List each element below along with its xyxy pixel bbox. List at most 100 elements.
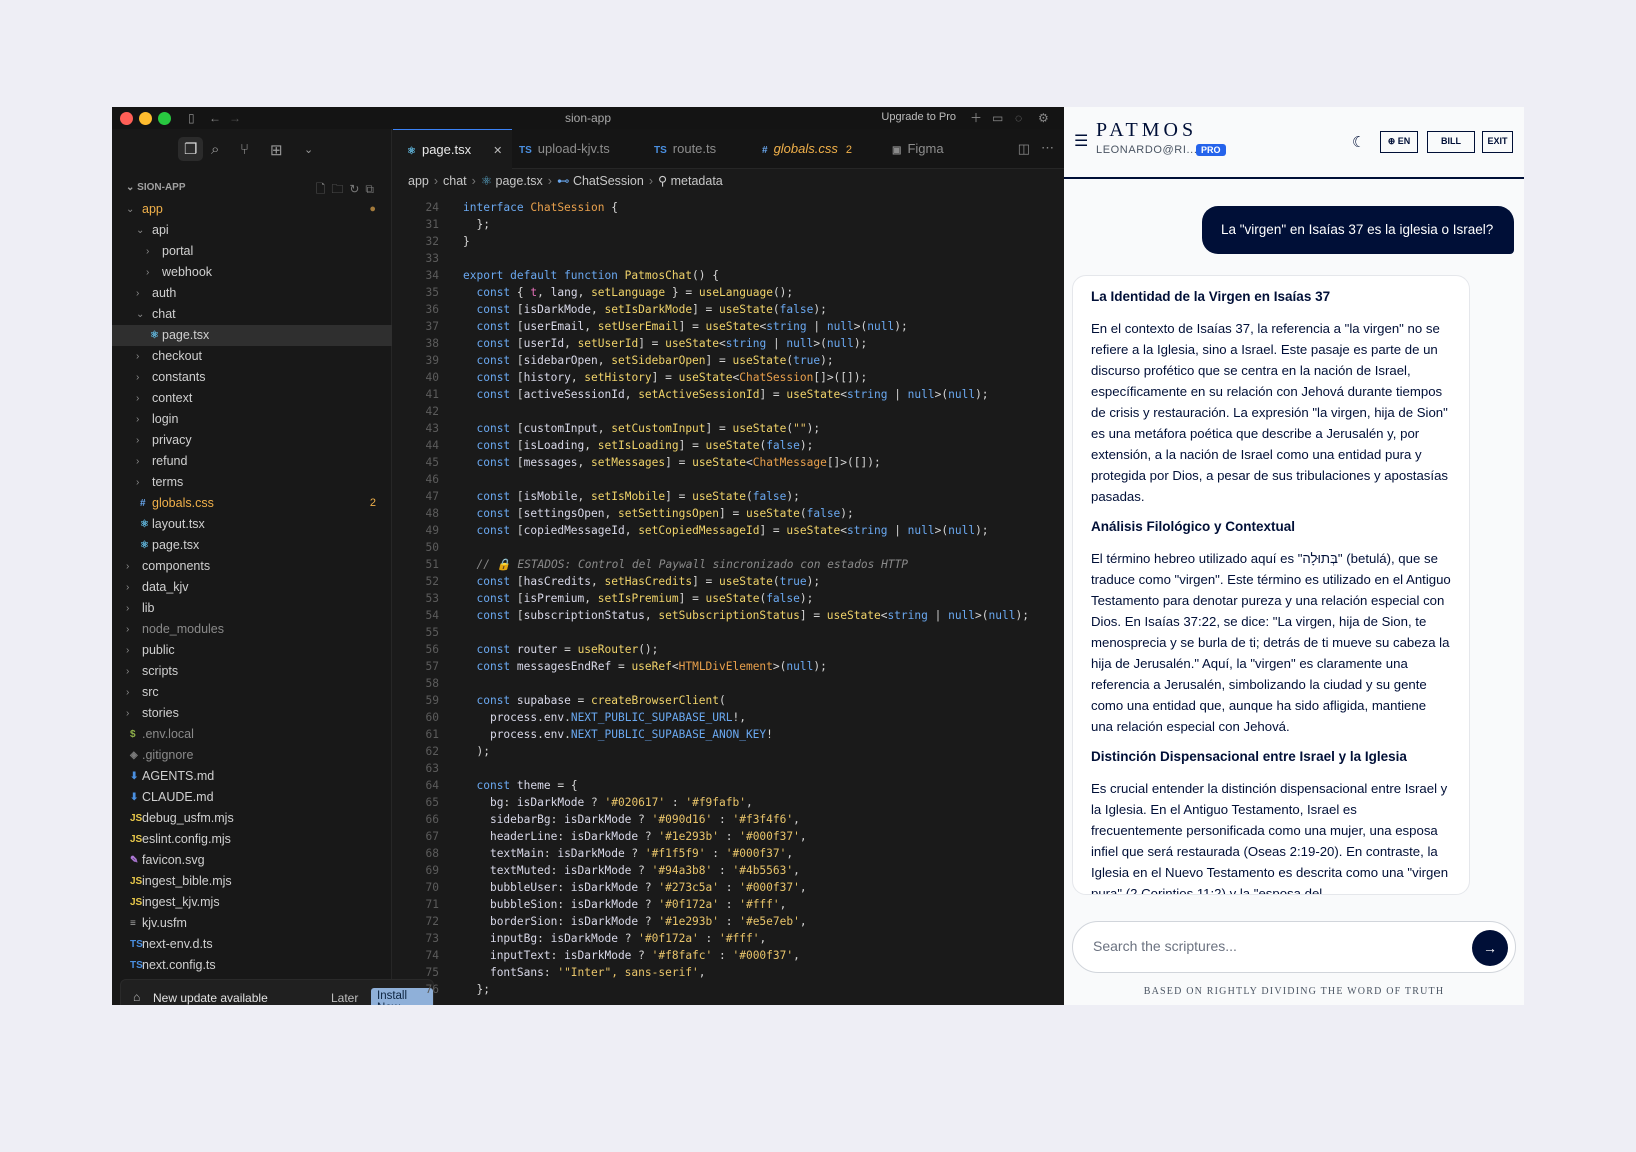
- tree-folder[interactable]: › portal: [112, 241, 392, 262]
- source-control-icon[interactable]: ⑂: [240, 141, 249, 158]
- chevron-down-icon[interactable]: ⌄: [304, 143, 313, 156]
- send-arrow-icon[interactable]: →: [1472, 930, 1508, 966]
- add-icon[interactable]: ＋: [970, 111, 982, 125]
- bill-button[interactable]: BILL: [1427, 131, 1475, 153]
- code-editor-window: ▯ ← → sion-app Upgrade to Pro ＋ ▭ ◌ ⚙ ❐ …: [112, 107, 1064, 1005]
- gift-icon: ⌂: [133, 990, 141, 1004]
- breadcrumb-item[interactable]: app: [408, 174, 429, 188]
- code-text: const supabase = createBrowserClient(: [476, 694, 726, 707]
- panel-icon[interactable]: ▭: [992, 111, 1003, 125]
- tree-folder[interactable]: › node_modules: [112, 619, 392, 640]
- breadcrumb-item[interactable]: metadata: [671, 174, 723, 188]
- tree-folder[interactable]: ⌄ app ●: [112, 199, 392, 220]
- breadcrumb: app › chat › ⚛ page.tsx › ⊷ ChatSession › ⚲ meta…: [393, 170, 1064, 192]
- tree-folder[interactable]: › public: [112, 640, 392, 661]
- tree-folder[interactable]: › login: [112, 409, 392, 430]
- tree-item-label: .gitignore: [142, 748, 194, 762]
- tree-folder[interactable]: › stories: [112, 703, 392, 724]
- tree-file[interactable]: JS ingest_kjv.mjs: [112, 892, 392, 913]
- tab-figma[interactable]: ▣ Figma: [878, 129, 954, 169]
- tree-folder[interactable]: › auth: [112, 283, 392, 304]
- tree-folder[interactable]: › data_kjv: [112, 577, 392, 598]
- files-icon[interactable]: ❐: [178, 137, 204, 161]
- breadcrumb-item[interactable]: page.tsx: [496, 174, 543, 188]
- tree-folder[interactable]: › constants: [112, 367, 392, 388]
- tree-file[interactable]: TS next-env.d.ts: [112, 934, 392, 955]
- tree-file[interactable]: ⬇ CLAUDE.md: [112, 787, 392, 808]
- close-tab-icon[interactable]: ✕: [493, 145, 502, 157]
- tree-folder[interactable]: › terms: [112, 472, 392, 493]
- explorer-actions[interactable]: 🗋🗀↻⧉: [316, 180, 380, 201]
- update-later-button[interactable]: Later: [331, 991, 358, 1005]
- code-line: 57 const messagesEndRef = useRef<HTMLDiv…: [393, 658, 1064, 675]
- extensions-icon[interactable]: ⊞: [270, 141, 283, 159]
- line-number: 72: [425, 915, 439, 928]
- tree-file[interactable]: JS ingest_bible.mjs: [112, 871, 392, 892]
- code-area[interactable]: 24 interface ChatSession {31 }; 32} 33 34 exp…: [393, 199, 1064, 1005]
- hash-icon: #: [140, 498, 146, 509]
- tree-item-label: privacy: [152, 433, 192, 447]
- breadcrumb-item[interactable]: chat: [443, 174, 467, 188]
- dark-mode-moon-icon[interactable]: ☾: [1352, 133, 1365, 151]
- tree-file[interactable]: ≡ kjv.usfm: [112, 913, 392, 934]
- chevron-right-icon: ›: [136, 372, 140, 383]
- tree-folder[interactable]: › components: [112, 556, 392, 577]
- exit-button[interactable]: EXIT: [1482, 131, 1513, 153]
- tree-item-label: checkout: [152, 349, 203, 363]
- breadcrumb-symbol-icon: ⚲: [658, 174, 671, 188]
- react-icon: ⚛: [407, 146, 416, 157]
- search-icon[interactable]: ⌕: [211, 141, 219, 158]
- tree-item-label: eslint.config.mjs: [142, 832, 231, 846]
- update-message: New update available: [153, 991, 268, 1005]
- title-bar: ▯ ← → sion-app Upgrade to Pro ＋ ▭ ◌ ⚙: [112, 107, 1064, 129]
- line-number: 66: [425, 813, 439, 826]
- tree-folder[interactable]: ⌄ chat: [112, 304, 392, 325]
- tab-upload-kjv-ts[interactable]: TS upload-kjv.ts: [505, 129, 620, 169]
- line-number: 57: [425, 660, 439, 673]
- tree-item-label: .env.local: [142, 727, 194, 741]
- tree-folder[interactable]: › checkout: [112, 346, 392, 367]
- tree-file[interactable]: JS eslint.config.mjs: [112, 829, 392, 850]
- tree-file[interactable]: ⬇ AGENTS.md: [112, 766, 392, 787]
- tree-file[interactable]: ⚛ page.tsx: [112, 535, 392, 556]
- explorer-header-label: ⌄ SION-APP: [126, 182, 186, 193]
- tree-folder[interactable]: › lib: [112, 598, 392, 619]
- line-number: 49: [425, 524, 439, 537]
- tab-route-ts[interactable]: TS route.ts: [640, 129, 726, 169]
- tab-page-tsx[interactable]: ⚛ page.tsx ✕: [393, 129, 513, 169]
- settings-gear-icon[interactable]: ⚙: [1038, 111, 1049, 125]
- tree-file[interactable]: ⚛ page.tsx: [112, 325, 392, 346]
- split-editor-icon[interactable]: ◫: [1018, 141, 1030, 157]
- code-line: 31 };: [393, 216, 1064, 233]
- tree-file[interactable]: ◈ .gitignore: [112, 745, 392, 766]
- tree-file[interactable]: # globals.css 2: [112, 493, 392, 514]
- tree-file[interactable]: ⚛ layout.tsx: [112, 514, 392, 535]
- tree-folder[interactable]: › context: [112, 388, 392, 409]
- line-number: 42: [425, 405, 439, 418]
- upgrade-to-pro-link[interactable]: Upgrade to Pro: [881, 111, 956, 123]
- tab-globals-css[interactable]: # globals.css 2: [748, 129, 862, 169]
- search-input[interactable]: [1093, 938, 1433, 954]
- react-icon: ⚛: [140, 519, 149, 530]
- code-line: 50: [393, 539, 1064, 556]
- chevron-right-icon: ›: [146, 267, 150, 278]
- menu-icon[interactable]: ☰: [1074, 131, 1088, 151]
- tree-file[interactable]: ✎ favicon.svg: [112, 850, 392, 871]
- tree-folder[interactable]: › refund: [112, 451, 392, 472]
- tree-item-label: globals.css: [152, 496, 214, 510]
- tree-file[interactable]: $ .env.local: [112, 724, 392, 745]
- tree-folder[interactable]: › scripts: [112, 661, 392, 682]
- breadcrumb-item[interactable]: ChatSession: [573, 174, 644, 188]
- language-button[interactable]: ⊕ EN: [1380, 131, 1418, 153]
- more-actions-icon[interactable]: ⋯: [1041, 140, 1054, 156]
- tree-file[interactable]: JS debug_usfm.mjs: [112, 808, 392, 829]
- chat-icon[interactable]: ◌: [1015, 111, 1022, 125]
- answer-heading: La Identidad de la Virgen en Isaías 37: [1091, 289, 1331, 304]
- code-line: 59 const supabase = createBrowserClient(: [393, 692, 1064, 709]
- tree-folder[interactable]: ⌄ api: [112, 220, 392, 241]
- tree-folder[interactable]: › src: [112, 682, 392, 703]
- tree-folder[interactable]: › privacy: [112, 430, 392, 451]
- tree-item-label: context: [152, 391, 193, 405]
- tree-folder[interactable]: › webhook: [112, 262, 392, 283]
- tree-file[interactable]: TS next.config.ts: [112, 955, 392, 976]
